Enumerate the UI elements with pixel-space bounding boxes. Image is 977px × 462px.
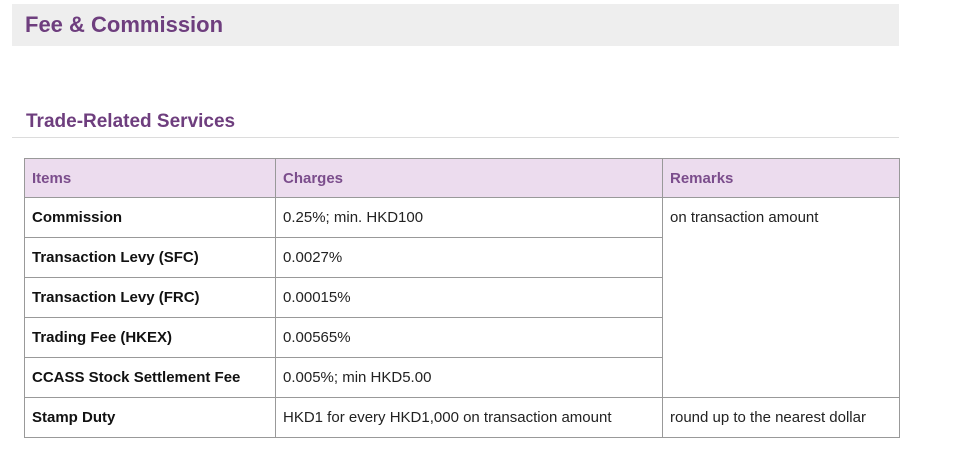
item-cell: Transaction Levy (SFC) <box>24 237 276 278</box>
charge-cell: HKD1 for every HKD1,000 on transaction a… <box>275 397 663 438</box>
page-title: Fee & Commission <box>25 12 224 37</box>
fee-table: Items Charges Remarks Commission 0.25%; … <box>24 158 900 438</box>
charge-cell: 0.00565% <box>275 317 663 358</box>
item-cell: Stamp Duty <box>24 397 276 438</box>
section-title: Trade-Related Services <box>26 111 236 132</box>
page-header: Fee & Commission <box>12 4 899 46</box>
column-header-remarks: Remarks <box>662 158 900 198</box>
charge-cell: 0.00015% <box>275 277 663 318</box>
table-row: Stamp Duty HKD1 for every HKD1,000 on tr… <box>24 397 900 438</box>
remarks-cell: on transaction amount <box>662 197 900 398</box>
section-divider <box>12 137 899 138</box>
item-cell: Commission <box>24 197 276 238</box>
item-cell: Trading Fee (HKEX) <box>24 317 276 358</box>
charge-cell: 0.005%; min HKD5.00 <box>275 357 663 398</box>
table-header-row: Items Charges Remarks <box>24 158 900 198</box>
item-cell: Transaction Levy (FRC) <box>24 277 276 318</box>
column-header-charges: Charges <box>275 158 663 198</box>
remarks-cell: round up to the nearest dollar <box>662 397 900 438</box>
item-cell: CCASS Stock Settlement Fee <box>24 357 276 398</box>
charge-cell: 0.25%; min. HKD100 <box>275 197 663 238</box>
charge-cell: 0.0027% <box>275 237 663 278</box>
table-row: Commission 0.25%; min. HKD100 on transac… <box>24 197 900 398</box>
column-header-items: Items <box>24 158 276 198</box>
